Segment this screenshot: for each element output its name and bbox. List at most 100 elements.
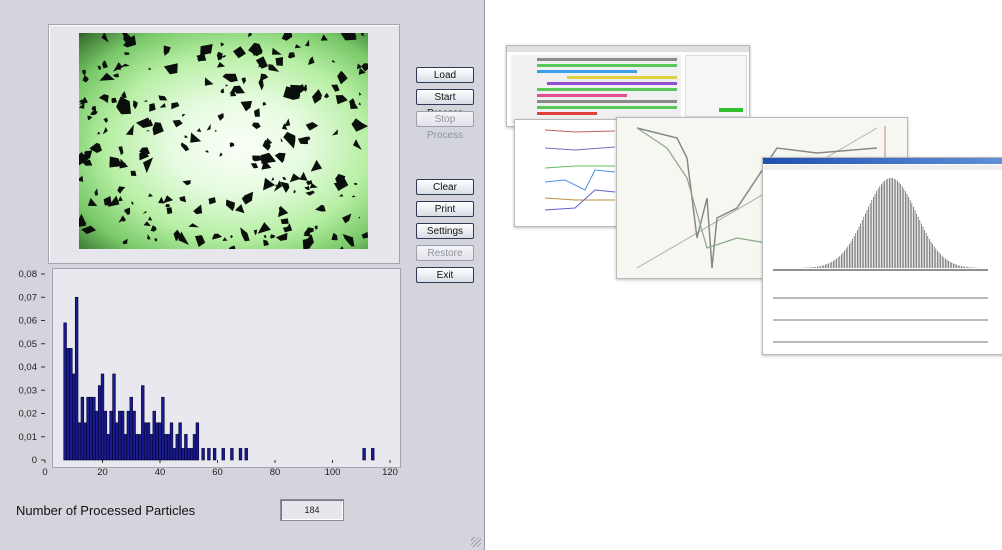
particle-shape (149, 103, 156, 112)
histogram-bar (201, 448, 205, 461)
particle-shape (143, 221, 151, 227)
particle-shape (87, 197, 98, 206)
particle-shape (332, 129, 338, 136)
histogram-bar (212, 448, 217, 461)
particle-shape (342, 234, 355, 247)
particle-shape (257, 222, 271, 234)
particle-shape (233, 46, 246, 59)
particle-shape (240, 227, 250, 242)
y-tick-label: 0,05 (19, 339, 38, 350)
particle-shape (351, 195, 356, 198)
particle-shape (225, 84, 229, 87)
start-process-button[interactable]: Start Process (416, 89, 474, 119)
histogram-bar (120, 410, 125, 461)
particle-shape (163, 45, 171, 56)
particle-shape (217, 113, 224, 121)
particle-shape (205, 150, 209, 153)
particle-shape (146, 130, 151, 132)
histogram-bar (86, 396, 90, 461)
timeline-screenshot (506, 45, 750, 127)
histogram-bar (143, 422, 148, 461)
histogram-bar (164, 434, 168, 461)
histogram-bar (126, 410, 131, 461)
restore-button[interactable]: Restore (416, 245, 474, 261)
settings-button[interactable]: Settings (416, 223, 474, 239)
histogram-bar (89, 396, 93, 461)
particle-image-drawing (79, 33, 368, 249)
particle-shape (361, 231, 368, 239)
particle-shape (252, 155, 262, 162)
particle-shape (102, 60, 108, 69)
histogram-bar (149, 434, 154, 461)
particle-shape (214, 129, 217, 132)
particle-shape (222, 73, 238, 83)
histogram-bar (362, 448, 366, 461)
histogram-bar (192, 434, 197, 461)
particle-shape (252, 122, 261, 130)
particle-shape (121, 91, 127, 99)
histogram-bar (175, 434, 179, 461)
particle-shape (281, 33, 293, 41)
histogram-bar (100, 373, 105, 461)
particle-shape (339, 246, 344, 249)
particle-shape (280, 137, 283, 142)
particle-shape (280, 181, 290, 193)
particle-shape (184, 135, 188, 138)
histogram-bar (178, 422, 182, 461)
particle-shape (305, 190, 315, 196)
histogram-bar (238, 448, 243, 461)
particle-shape (166, 207, 173, 215)
particle-shape (124, 207, 131, 216)
histogram-bar (207, 448, 211, 461)
particle-shape (113, 62, 123, 72)
particle-shape (248, 33, 253, 38)
particle-shape (310, 159, 323, 172)
clear-button[interactable]: Clear (416, 179, 474, 195)
particle-shape (282, 223, 293, 233)
particle-shape (163, 195, 174, 204)
particle-shape (102, 127, 108, 135)
particle-shape (308, 56, 315, 65)
particle-shape (118, 146, 124, 156)
print-button[interactable]: Print (416, 201, 474, 217)
particle-shape (196, 128, 202, 133)
histogram-bar (169, 422, 174, 461)
histogram-bar (152, 410, 156, 461)
particle-shape (360, 33, 364, 37)
resize-grip-icon[interactable] (471, 537, 481, 547)
particle-shape (188, 223, 200, 228)
particle-shape (312, 89, 322, 104)
particle-shape (358, 102, 361, 106)
histogram-bar (141, 385, 145, 461)
particle-shape (90, 111, 98, 116)
particle-shape (212, 233, 223, 240)
particle-shape (229, 142, 235, 148)
particle-shape (97, 131, 101, 135)
histogram-bar (123, 434, 128, 461)
particle-shape (109, 156, 122, 168)
y-tick-label: 0,06 (19, 316, 38, 327)
particle-shape (163, 63, 178, 75)
particle-shape (220, 88, 225, 94)
particle-shape (337, 70, 348, 85)
histogram-bar (184, 434, 188, 461)
stop-process-button[interactable]: Stop Process (416, 111, 474, 141)
particle-shape (116, 96, 131, 115)
particle-shape (125, 124, 134, 136)
histogram-bar (118, 410, 122, 461)
histogram-bar (172, 448, 177, 461)
particle-shape (331, 232, 338, 241)
particle-shape (353, 139, 362, 150)
particle-shape (111, 97, 117, 104)
histogram-bar (109, 410, 113, 461)
particle-shape (305, 122, 319, 131)
distribution-screenshot (762, 157, 1002, 355)
histogram-bar (155, 422, 159, 461)
particle-shape (94, 188, 98, 196)
particle-shape (272, 47, 282, 55)
x-tick-label: 80 (270, 467, 281, 478)
load-button[interactable]: Load (416, 67, 474, 83)
particle-shape (206, 123, 211, 131)
exit-button[interactable]: Exit (416, 267, 474, 283)
particle-shape (147, 234, 151, 240)
